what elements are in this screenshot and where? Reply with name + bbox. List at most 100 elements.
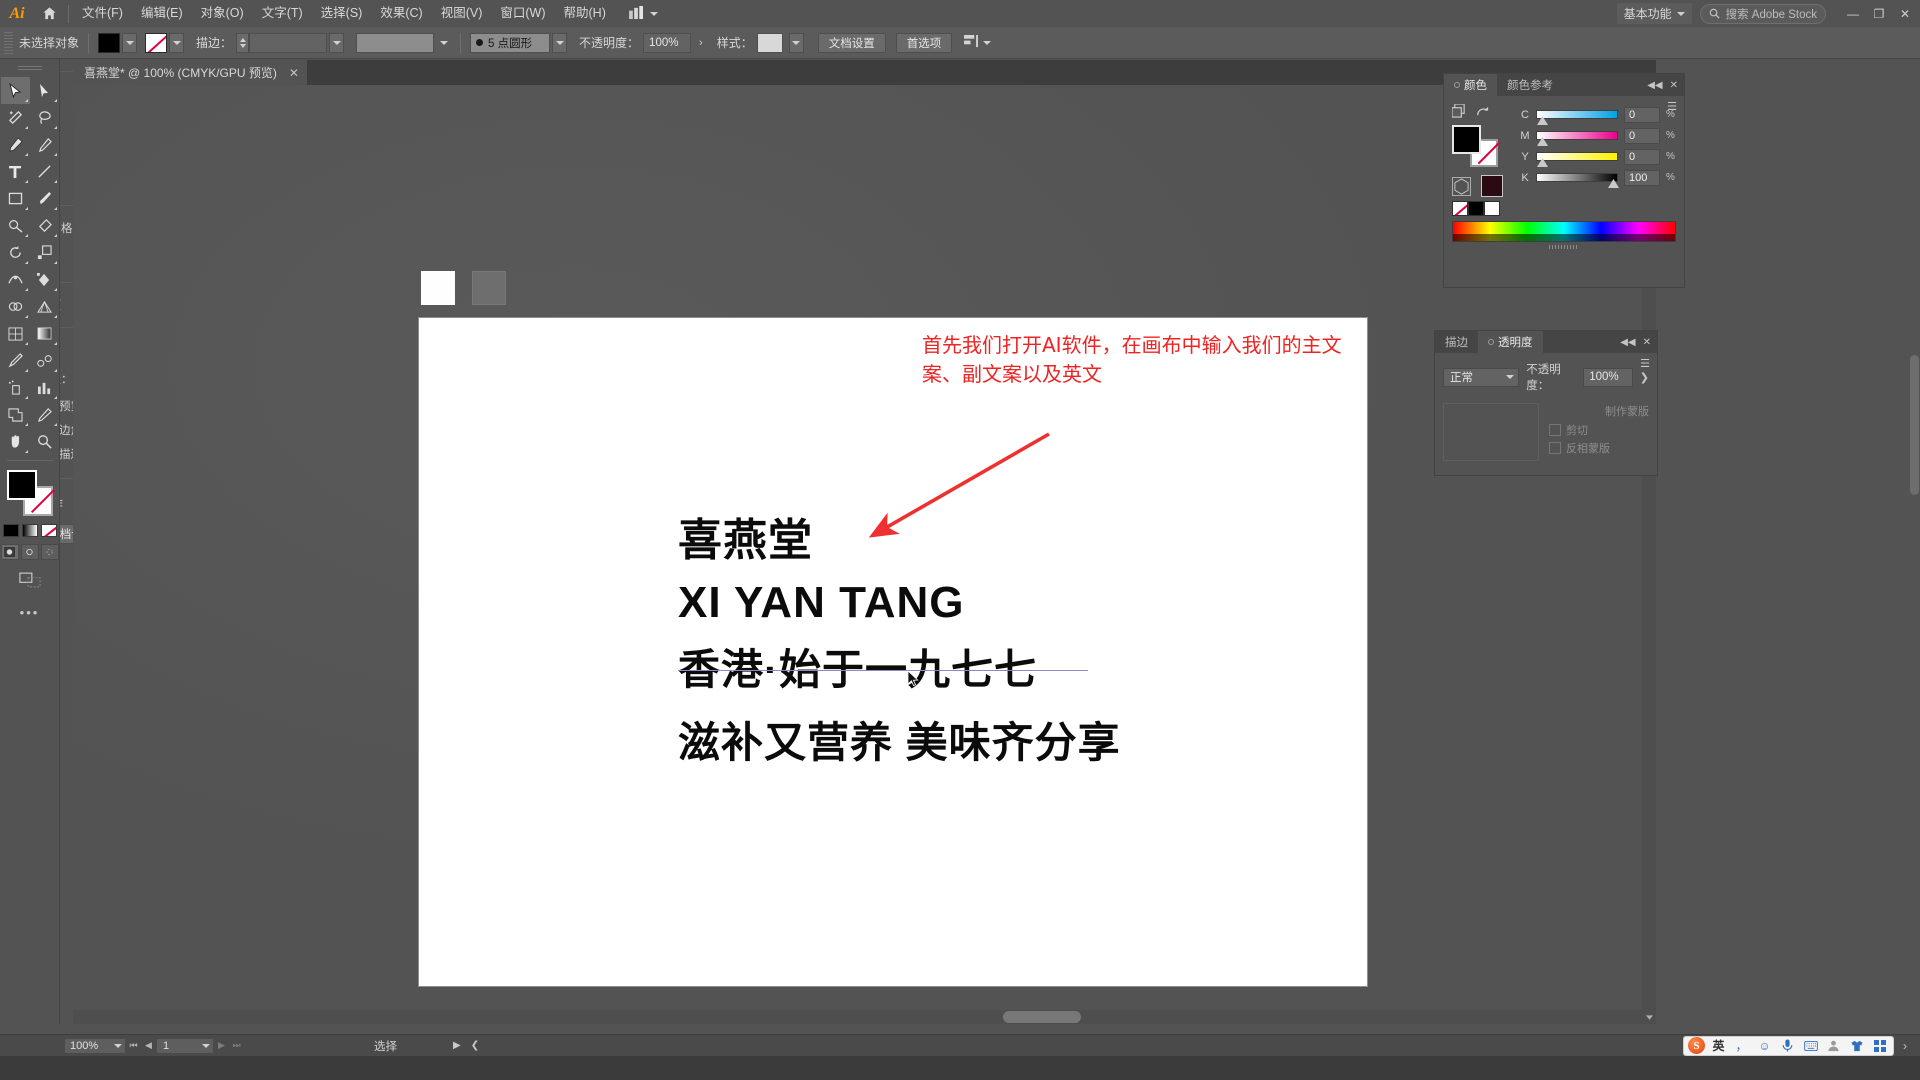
tab-transparency[interactable]: 透明度 (1478, 331, 1543, 353)
align-icon[interactable] (964, 34, 979, 51)
home-icon[interactable] (34, 0, 64, 27)
type-tool[interactable] (1, 158, 30, 185)
zoom-level-select[interactable]: 100% (64, 1037, 126, 1054)
shape-builder-tool[interactable] (1, 293, 30, 320)
opacity-field[interactable]: 100% (643, 32, 692, 53)
brush-definition-field[interactable] (356, 32, 435, 53)
status-prev-icon[interactable]: ❮ (471, 1040, 479, 1051)
arrange-documents-icon[interactable] (628, 5, 644, 22)
line-segment-tool[interactable] (30, 158, 59, 185)
artwork-english-title[interactable]: XI YAN TANG (678, 574, 1121, 631)
control-bar-grip[interactable] (4, 31, 13, 54)
menu-select[interactable]: 选择(S) (312, 0, 372, 27)
draw-inside-mode-icon[interactable] (40, 544, 59, 560)
close-icon[interactable]: ✕ (1643, 337, 1651, 348)
artwork-text-group[interactable]: 喜燕堂 XI YAN TANG 香港·始于一九七七 滋补又营养 美味齐分享 (678, 513, 1121, 770)
fill-stroke-control[interactable] (6, 470, 53, 516)
white-swatch[interactable] (1484, 201, 1500, 216)
minimize-button[interactable]: — (1840, 0, 1866, 27)
normal-draw-mode-icon[interactable] (0, 544, 19, 560)
collapse-icon[interactable]: ◀◀ (1647, 80, 1662, 91)
eraser-tool[interactable] (30, 212, 59, 239)
slider-track-y[interactable] (1536, 152, 1618, 167)
restore-button[interactable]: ❐ (1866, 0, 1892, 27)
slider-value-k[interactable]: 100 (1624, 169, 1660, 186)
document-setup-button[interactable]: 文档设置 (817, 32, 886, 53)
eyedropper-tool[interactable] (1, 347, 30, 374)
document-tab-close-icon[interactable]: ✕ (289, 66, 299, 80)
slider-track-c[interactable] (1536, 110, 1618, 125)
lasso-tool[interactable] (30, 104, 59, 131)
status-play-icon[interactable]: ▶ (453, 1040, 461, 1051)
last-color-swatch[interactable] (1481, 175, 1503, 197)
blend-tool[interactable] (30, 347, 59, 374)
transparency-panel-menu-icon[interactable]: ☰ (1640, 359, 1650, 370)
ime-mode-label[interactable]: 英 (1709, 1037, 1728, 1055)
close-icon[interactable]: ✕ (1670, 80, 1678, 91)
pen-tool[interactable] (1, 131, 30, 158)
swap-fill-stroke-icon[interactable] (1476, 104, 1490, 121)
paintbrush-tool[interactable] (30, 185, 59, 212)
gray-swatch[interactable] (472, 271, 506, 305)
edit-toolbar-icon[interactable]: ••• (20, 605, 40, 620)
curvature-tool[interactable] (30, 131, 59, 158)
color-panel-fill-stroke[interactable] (1452, 125, 1500, 167)
color-panel-fill-swatch[interactable] (1452, 125, 1481, 154)
shaper-tool[interactable] (1, 212, 30, 239)
variable-width-profile[interactable]: 5 点圆形 (470, 32, 551, 53)
slider-value-c[interactable]: 0 (1624, 106, 1660, 123)
graphic-style-dropdown[interactable] (788, 32, 804, 53)
slider-value-y[interactable]: 0 (1624, 148, 1660, 165)
collapse-icon[interactable]: ◀◀ (1620, 337, 1635, 348)
slider-track-k[interactable] (1536, 173, 1619, 188)
brush-dropdown[interactable] (436, 32, 452, 53)
invert-mask-checkbox[interactable] (1549, 442, 1561, 454)
stroke-weight-stepper[interactable] (236, 32, 250, 53)
zoom-tool[interactable] (30, 428, 59, 455)
color-panel-menu-icon[interactable]: ☰ (1667, 102, 1677, 113)
color-button[interactable] (2, 524, 19, 537)
menu-edit[interactable]: 编辑(E) (132, 0, 192, 27)
black-swatch[interactable] (1468, 201, 1484, 216)
direct-selection-tool[interactable] (30, 77, 59, 104)
transparency-opacity-field[interactable]: 100% (1583, 367, 1633, 387)
fill-dropdown-button[interactable] (122, 32, 138, 53)
opacity-expand-icon[interactable]: › (695, 37, 707, 49)
artboard-tool[interactable] (1, 401, 30, 428)
sogou-logo-icon[interactable]: S (1688, 1037, 1705, 1054)
none-button[interactable] (40, 524, 57, 537)
menu-effect[interactable]: 效果(C) (371, 0, 431, 27)
punctuation-icon[interactable]: ， (1732, 1037, 1751, 1055)
menu-help[interactable]: 帮助(H) (555, 0, 615, 27)
tab-color[interactable]: 颜色 (1444, 74, 1497, 96)
width-tool[interactable] (1, 266, 30, 293)
handwriting-icon[interactable] (1824, 1037, 1843, 1055)
symbol-sprayer-tool[interactable] (1, 374, 30, 401)
first-artboard-icon[interactable]: ⏮ (126, 1038, 141, 1054)
stroke-weight-dropdown[interactable] (329, 32, 345, 53)
slice-tool[interactable] (30, 401, 59, 428)
invert-mask-option[interactable]: 反相蒙版 (1549, 439, 1649, 457)
column-graph-tool[interactable] (30, 374, 59, 401)
make-mask-button[interactable]: 制作蒙版 (1549, 403, 1649, 421)
selection-tool[interactable] (0, 77, 30, 104)
scale-tool[interactable] (30, 239, 59, 266)
slider-track-m[interactable] (1536, 131, 1618, 146)
stroke-dropdown-button[interactable] (169, 32, 185, 53)
arrange-chevron-down-icon[interactable] (649, 11, 658, 16)
status-bar-expand-icon[interactable]: › (1894, 1035, 1916, 1057)
preferences-button[interactable]: 首选项 (895, 32, 953, 53)
artwork-main-title[interactable]: 喜燕堂 (678, 513, 1121, 568)
skin-icon[interactable] (1847, 1037, 1866, 1055)
tab-stroke[interactable]: 描边 (1435, 331, 1478, 353)
artboard-number-field[interactable]: 1 (156, 1037, 214, 1054)
gradient-button[interactable] (21, 524, 38, 537)
graphic-style-swatch[interactable] (756, 32, 783, 53)
close-button[interactable]: ✕ (1892, 0, 1918, 27)
document-tab[interactable]: 喜燕堂* @ 100% (CMYK/GPU 预览) ✕ (73, 60, 308, 85)
perspective-grid-tool[interactable] (30, 293, 59, 320)
transparency-thumbnails[interactable] (1443, 403, 1539, 461)
gradient-tool[interactable] (30, 320, 59, 347)
clip-option[interactable]: 剪切 (1549, 421, 1649, 439)
toolbox-icon[interactable] (1870, 1037, 1889, 1055)
